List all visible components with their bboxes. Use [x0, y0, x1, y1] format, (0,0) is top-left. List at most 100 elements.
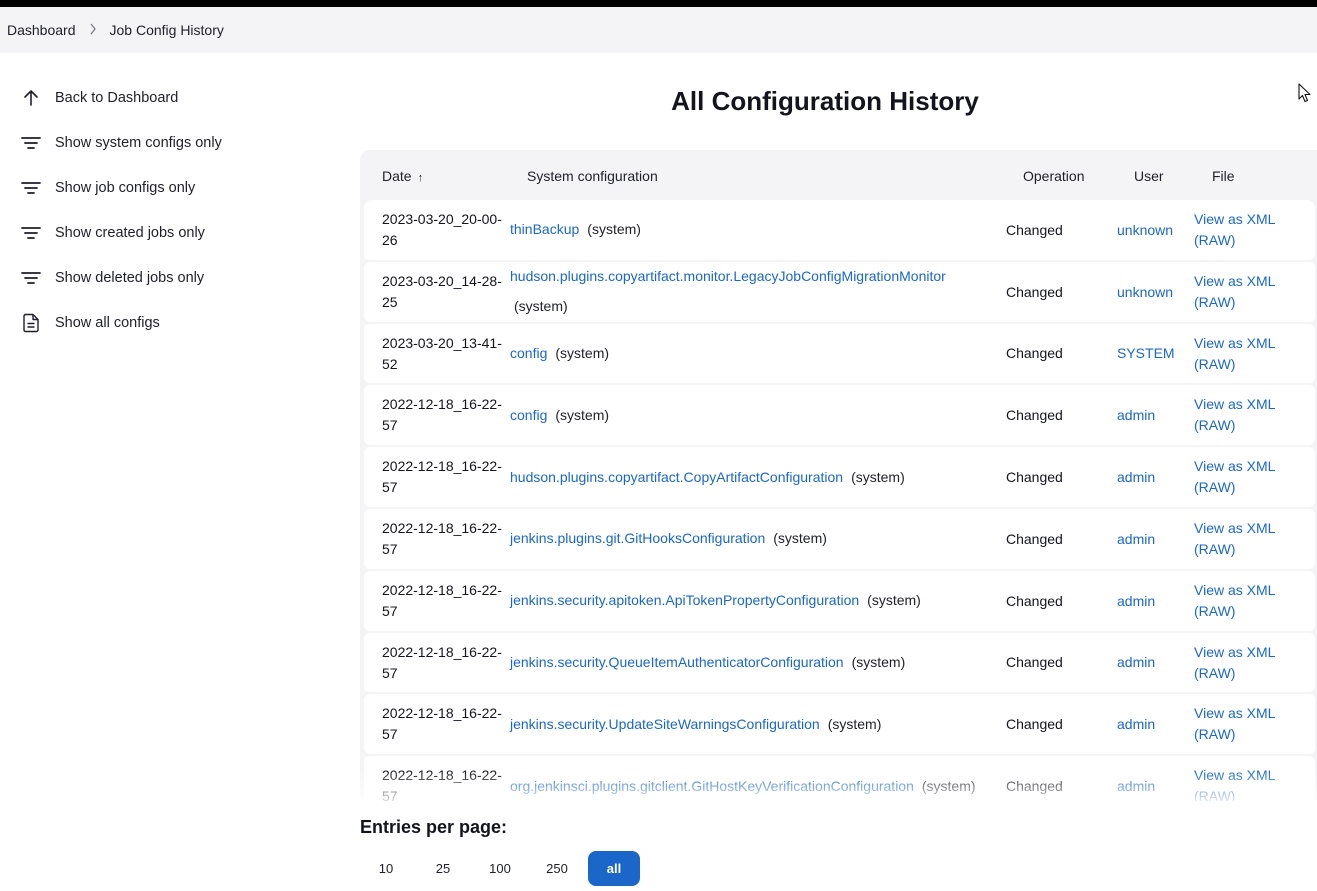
- view-xml-raw-link[interactable]: View as XML (RAW): [1194, 580, 1284, 622]
- cell-system-configuration: jenkins.security.QueueItemAuthenticatorC…: [510, 633, 1000, 693]
- sidebar: Back to Dashboard Show system configs on…: [20, 75, 320, 345]
- cell-system-configuration: jenkins.security.UpdateSiteWarningsConfi…: [510, 694, 1000, 754]
- cell-date: 2023-03-20_20-00-26: [382, 211, 502, 248]
- config-link[interactable]: jenkins.security.QueueItemAuthenticatorC…: [510, 652, 844, 673]
- sidebar-item-all-configs[interactable]: Show all configs: [20, 300, 320, 345]
- view-xml-raw-link[interactable]: View as XML (RAW): [1194, 394, 1284, 436]
- sidebar-item-back-to-dashboard[interactable]: Back to Dashboard: [20, 75, 320, 120]
- table-row: 2022-12-18_16-22-57 config (system) Chang…: [364, 385, 1315, 446]
- user-link[interactable]: admin: [1117, 694, 1155, 754]
- config-link[interactable]: jenkins.security.UpdateSiteWarningsConfi…: [510, 714, 820, 735]
- window-top-bar: [0, 0, 1317, 7]
- cell-system-configuration: jenkins.plugins.git.GitHooksConfiguratio…: [510, 509, 1000, 569]
- table-row: 2022-12-18_16-22-57 jenkins.security.api…: [364, 570, 1315, 631]
- config-link[interactable]: config: [510, 405, 547, 426]
- config-link[interactable]: jenkins.plugins.git.GitHooksConfiguratio…: [510, 528, 765, 549]
- table-row: 2022-12-18_16-22-57 jenkins.plugins.git.…: [364, 508, 1315, 569]
- view-xml-raw-link[interactable]: View as XML (RAW): [1194, 642, 1284, 684]
- table-row: 2022-12-18_16-22-57 jenkins.security.Upd…: [364, 694, 1315, 755]
- view-xml-raw-link[interactable]: View as XML (RAW): [1194, 456, 1284, 498]
- user-link[interactable]: admin: [1117, 756, 1155, 801]
- config-link[interactable]: hudson.plugins.copyartifact.monitor.Lega…: [510, 266, 946, 287]
- page-size-25-button[interactable]: 25: [417, 851, 469, 886]
- cell-date: 2022-12-18_16-22-57: [382, 458, 502, 496]
- config-scope: (system): [851, 653, 906, 670]
- config-link[interactable]: jenkins.security.apitoken.ApiTokenProper…: [510, 590, 859, 611]
- cell-system-configuration: jenkins.security.apitoken.ApiTokenProper…: [510, 571, 1000, 631]
- view-xml-raw-link[interactable]: View as XML (RAW): [1194, 209, 1284, 251]
- arrow-up-icon: [20, 87, 42, 109]
- user-link[interactable]: admin: [1117, 571, 1155, 631]
- user-link[interactable]: admin: [1117, 633, 1155, 693]
- sidebar-item-deleted-jobs[interactable]: Show deleted jobs only: [20, 255, 320, 300]
- page-size-100-button[interactable]: 100: [474, 851, 526, 886]
- cell-system-configuration: config (system): [510, 324, 1000, 384]
- column-header-system-configuration[interactable]: System configuration: [527, 168, 658, 184]
- chevron-right-icon: [76, 23, 110, 38]
- config-link[interactable]: hudson.plugins.copyartifact.CopyArtifact…: [510, 467, 843, 488]
- filter-icon: [20, 132, 42, 154]
- cell-date: 2023-03-20_13-41-52: [382, 334, 502, 372]
- breadcrumb-dashboard[interactable]: Dashboard: [7, 22, 76, 38]
- column-header-file: File: [1212, 168, 1235, 184]
- table-row: 2023-03-20_13-41-52 config (system) Chang…: [364, 323, 1315, 384]
- config-scope: (system): [921, 777, 976, 794]
- user-link[interactable]: unknown: [1117, 262, 1173, 322]
- view-xml-raw-link[interactable]: View as XML (RAW): [1194, 271, 1284, 313]
- page-size-250-button[interactable]: 250: [531, 851, 583, 886]
- config-scope: (system): [851, 468, 905, 485]
- cell-system-configuration: org.jenkinsci.plugins.gitclient.GitHostK…: [510, 756, 1000, 801]
- view-xml-raw-link[interactable]: View as XML (RAW): [1194, 703, 1284, 745]
- cell-date: 2022-12-18_16-22-57: [382, 519, 502, 557]
- config-scope: (system): [867, 592, 921, 609]
- filter-icon: [20, 222, 42, 244]
- user-link[interactable]: admin: [1117, 385, 1155, 445]
- config-link[interactable]: config: [510, 343, 547, 364]
- cell-date: 2022-12-18_16-22-57: [382, 705, 502, 743]
- sort-ascending-icon: ↑: [417, 172, 424, 184]
- config-scope: (system): [827, 715, 882, 732]
- cell-date: 2023-03-20_14-28-25: [382, 272, 502, 310]
- cell-operation: Changed: [1006, 283, 1063, 300]
- cell-system-configuration: hudson.plugins.copyartifact.CopyArtifact…: [510, 447, 1000, 507]
- sidebar-item-label: Back to Dashboard: [55, 89, 179, 106]
- cell-operation: Changed: [1006, 778, 1063, 795]
- column-header-user[interactable]: User: [1134, 168, 1164, 184]
- config-link[interactable]: org.jenkinsci.plugins.gitclient.GitHostK…: [510, 776, 914, 797]
- sidebar-item-job-configs[interactable]: Show job configs only: [20, 165, 320, 210]
- view-xml-raw-link[interactable]: View as XML (RAW): [1194, 518, 1284, 560]
- view-xml-raw-link[interactable]: View as XML (RAW): [1194, 333, 1284, 375]
- filter-icon: [20, 267, 42, 289]
- user-link[interactable]: admin: [1117, 509, 1155, 569]
- sidebar-item-label: Show all configs: [55, 314, 160, 331]
- user-link[interactable]: unknown: [1117, 200, 1173, 260]
- sidebar-item-created-jobs[interactable]: Show created jobs only: [20, 210, 320, 255]
- config-scope: (system): [514, 298, 568, 315]
- sidebar-item-label: Show job configs only: [55, 179, 196, 196]
- user-link[interactable]: admin: [1117, 447, 1155, 507]
- column-header-operation[interactable]: Operation: [1023, 168, 1084, 184]
- cell-operation: Changed: [1006, 469, 1063, 486]
- user-link[interactable]: SYSTEM: [1117, 324, 1175, 384]
- view-xml-raw-link[interactable]: View as XML (RAW): [1194, 765, 1284, 801]
- cell-operation: Changed: [1006, 221, 1063, 238]
- cell-operation: Changed: [1006, 716, 1063, 733]
- cell-date: 2022-12-18_16-22-57: [382, 767, 502, 801]
- cell-system-configuration: thinBackup (system): [510, 200, 1000, 260]
- sidebar-item-label: Show deleted jobs only: [55, 269, 205, 286]
- config-link[interactable]: thinBackup: [510, 219, 579, 240]
- config-scope: (system): [587, 221, 641, 238]
- table-body: 2023-03-20_20-00-26 thinBackup (system) C…: [364, 200, 1315, 801]
- column-header-date[interactable]: Date ↑: [382, 168, 423, 184]
- breadcrumb-job-config-history[interactable]: Job Config History: [110, 22, 224, 38]
- cell-date: 2022-12-18_16-22-57: [382, 396, 502, 434]
- sidebar-item-system-configs[interactable]: Show system configs only: [20, 120, 320, 165]
- config-scope: (system): [555, 406, 610, 423]
- config-scope: (system): [555, 344, 610, 361]
- table-row: 2022-12-18_16-22-57 hudson.plugins.copya…: [364, 447, 1315, 507]
- page-size-10-button[interactable]: 10: [360, 851, 412, 886]
- cell-operation: Changed: [1006, 407, 1063, 424]
- breadcrumb: Dashboard Job Config History: [0, 7, 1317, 53]
- table-row: 2023-03-20_14-28-25 hudson.plugins.copya…: [364, 261, 1315, 322]
- page-size-all-button[interactable]: all: [588, 851, 640, 886]
